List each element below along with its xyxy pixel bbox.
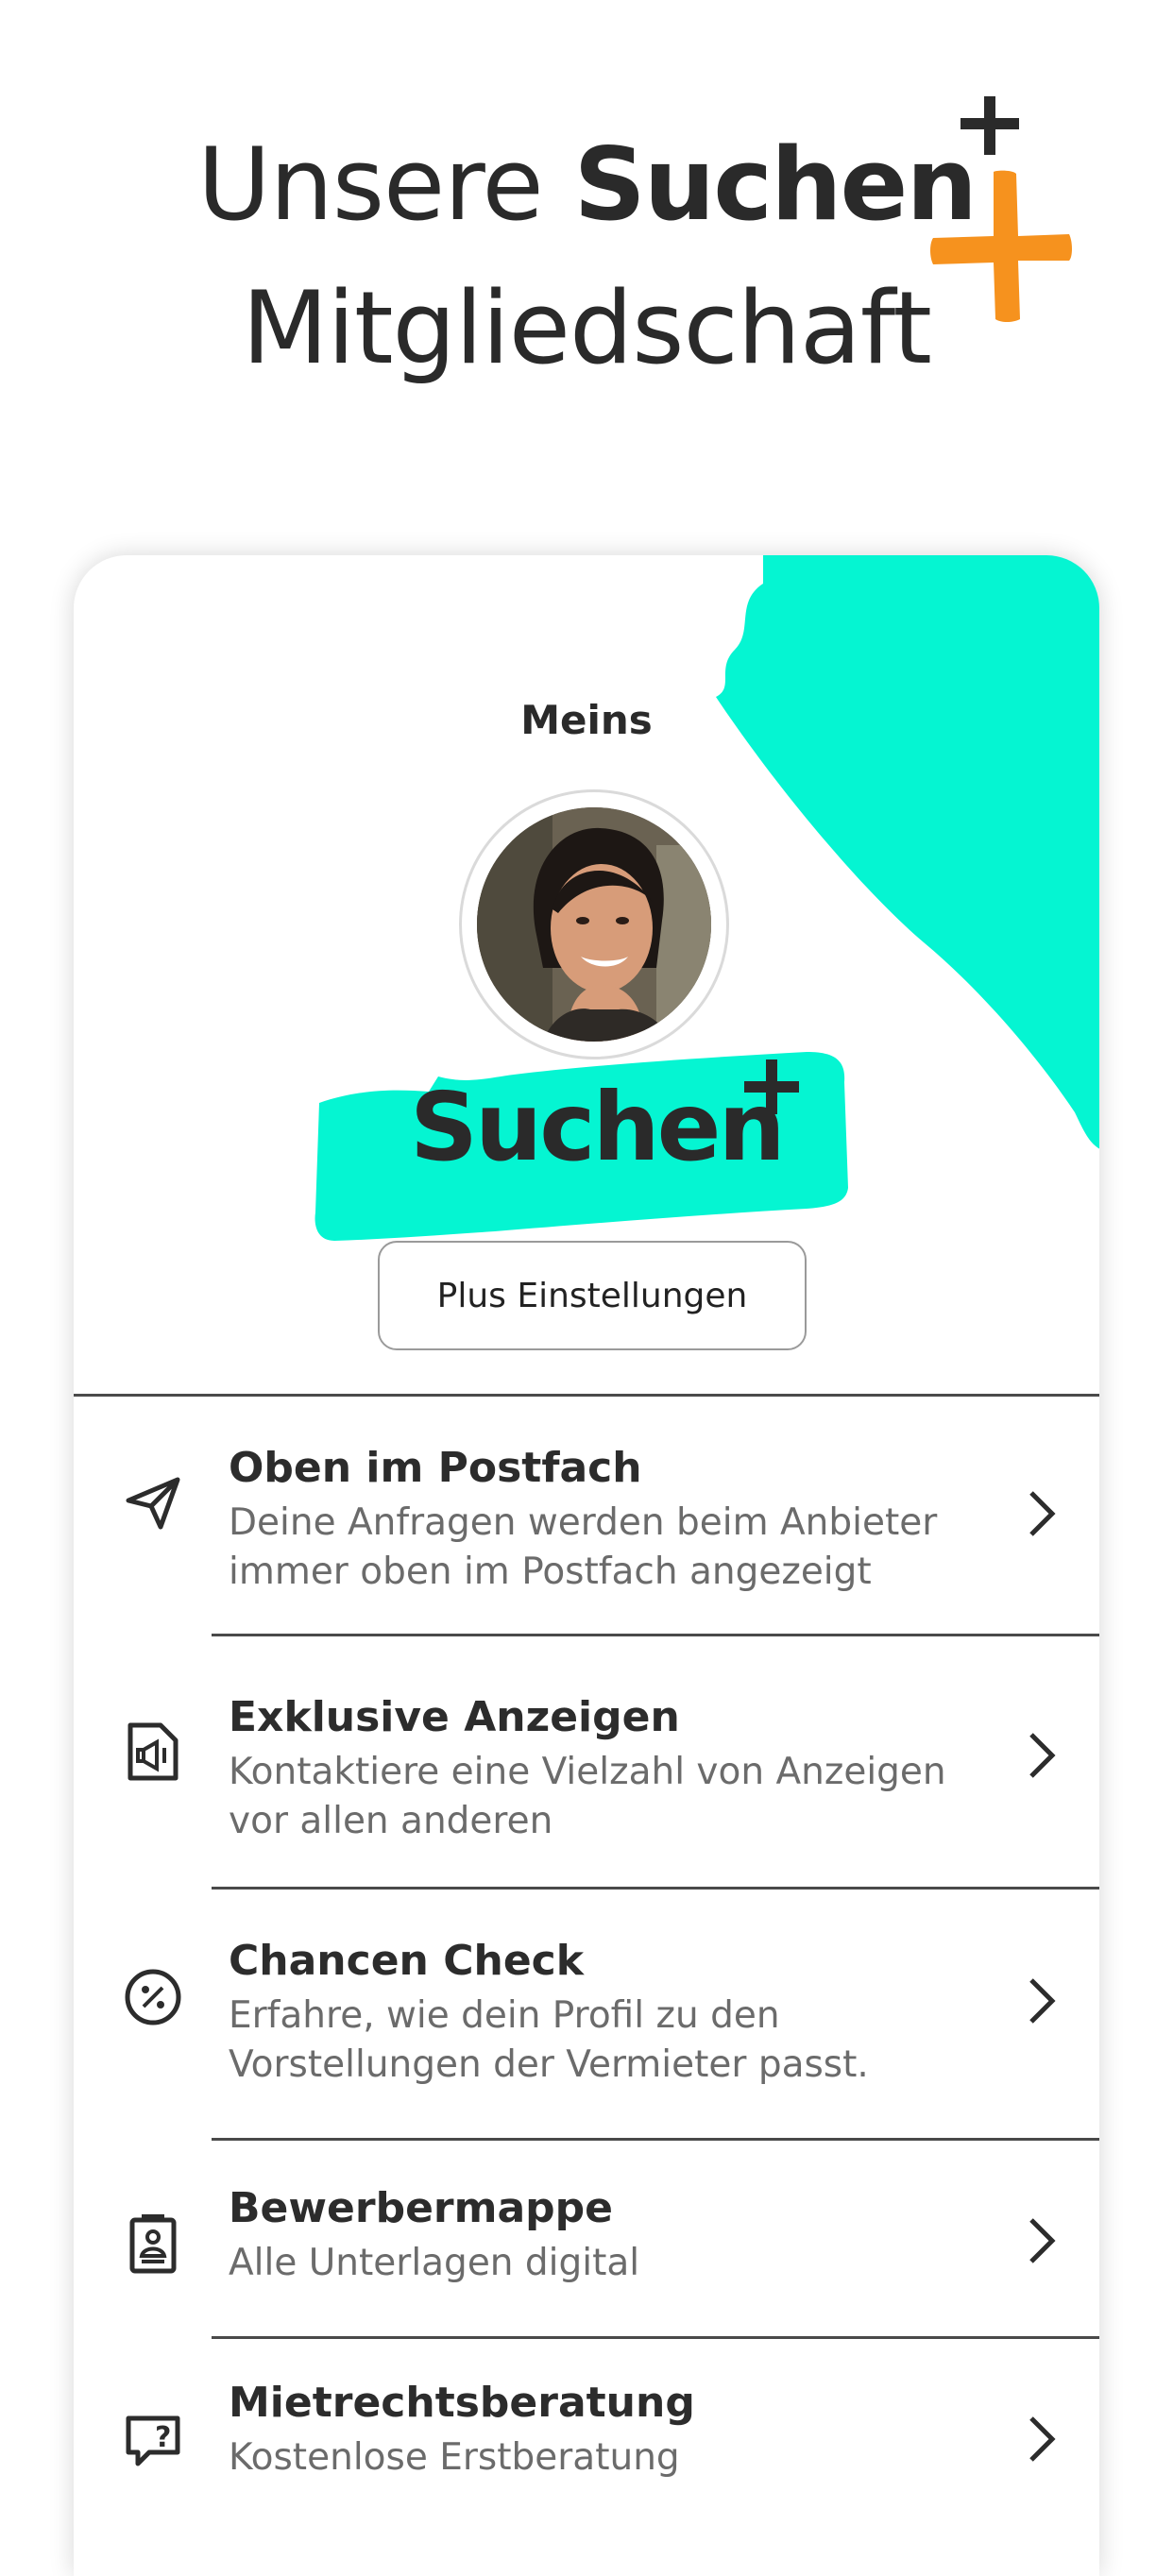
phone-card: Meins Suchen Plus Einstellungen Oben im … (74, 555, 1099, 2576)
percent-icon (125, 1969, 181, 2025)
feature-description: Erfahre, wie dein Profil zu den Vorstell… (229, 1994, 869, 2086)
feature-title: Chancen Check (229, 1937, 584, 1985)
feature-description: Alle Unterlagen digital (229, 2242, 640, 2284)
feature-description: Kontaktiere eine Vielzahl von Anzeigen v… (229, 1751, 946, 1842)
card-title: Meins (520, 697, 653, 743)
brand-plus-icon (960, 96, 1019, 155)
chat-question-icon: ? (126, 2415, 180, 2466)
feature-title: Exklusive Anzeigen (229, 1693, 680, 1741)
headline-prefix: Unsere (197, 127, 544, 243)
feature-row-chancen-check[interactable]: Chancen Check Erfahre, wie dein Profil z… (74, 1890, 1099, 2141)
badge-plus-icon (744, 1059, 799, 1114)
chevron-right-icon[interactable] (1022, 1489, 1060, 1538)
feature-description: Deine Anfragen werden beim Anbieter imme… (229, 1501, 938, 1593)
feature-row-oben-im-postfach[interactable]: Oben im Postfach Deine Anfragen werden b… (74, 1397, 1099, 1636)
plus-settings-button[interactable]: Plus Einstellungen (378, 1241, 807, 1350)
feature-title: Mietrechtsberatung (229, 2379, 695, 2427)
headline-brand: Suchen (573, 96, 1019, 243)
orange-plus-icon (930, 170, 1072, 322)
brand-badge: Suchen (306, 999, 892, 1245)
feature-description: Kostenlose Erstberatung (229, 2436, 680, 2479)
feature-row-bewerbermappe[interactable]: Bewerbermappe Alle Unterlagen digital (74, 2139, 1099, 2339)
chevron-right-icon[interactable] (1022, 1731, 1060, 1780)
headline-brand-text: Suchen (573, 127, 977, 243)
feature-title: Bewerbermappe (229, 2184, 613, 2232)
chevron-right-icon[interactable] (1022, 2216, 1060, 2265)
badge-brand-text: Suchen (410, 1072, 786, 1182)
feature-title: Oben im Postfach (229, 1444, 642, 1492)
feature-row-mietrechtsberatung[interactable]: ? Mietrechtsberatung Kostenlose Erstbera… (74, 2339, 1099, 2547)
chevron-right-icon[interactable] (1022, 1976, 1060, 2025)
svg-text:?: ? (155, 2421, 171, 2454)
chevron-right-icon[interactable] (1022, 2415, 1060, 2464)
clipboard-id-icon (129, 2214, 177, 2274)
feature-row-exklusive-anzeigen[interactable]: Exklusive Anzeigen Kontaktiere eine Viel… (74, 1636, 1099, 1890)
exclusive-listing-icon (128, 1722, 178, 1781)
send-icon (126, 1477, 180, 1530)
